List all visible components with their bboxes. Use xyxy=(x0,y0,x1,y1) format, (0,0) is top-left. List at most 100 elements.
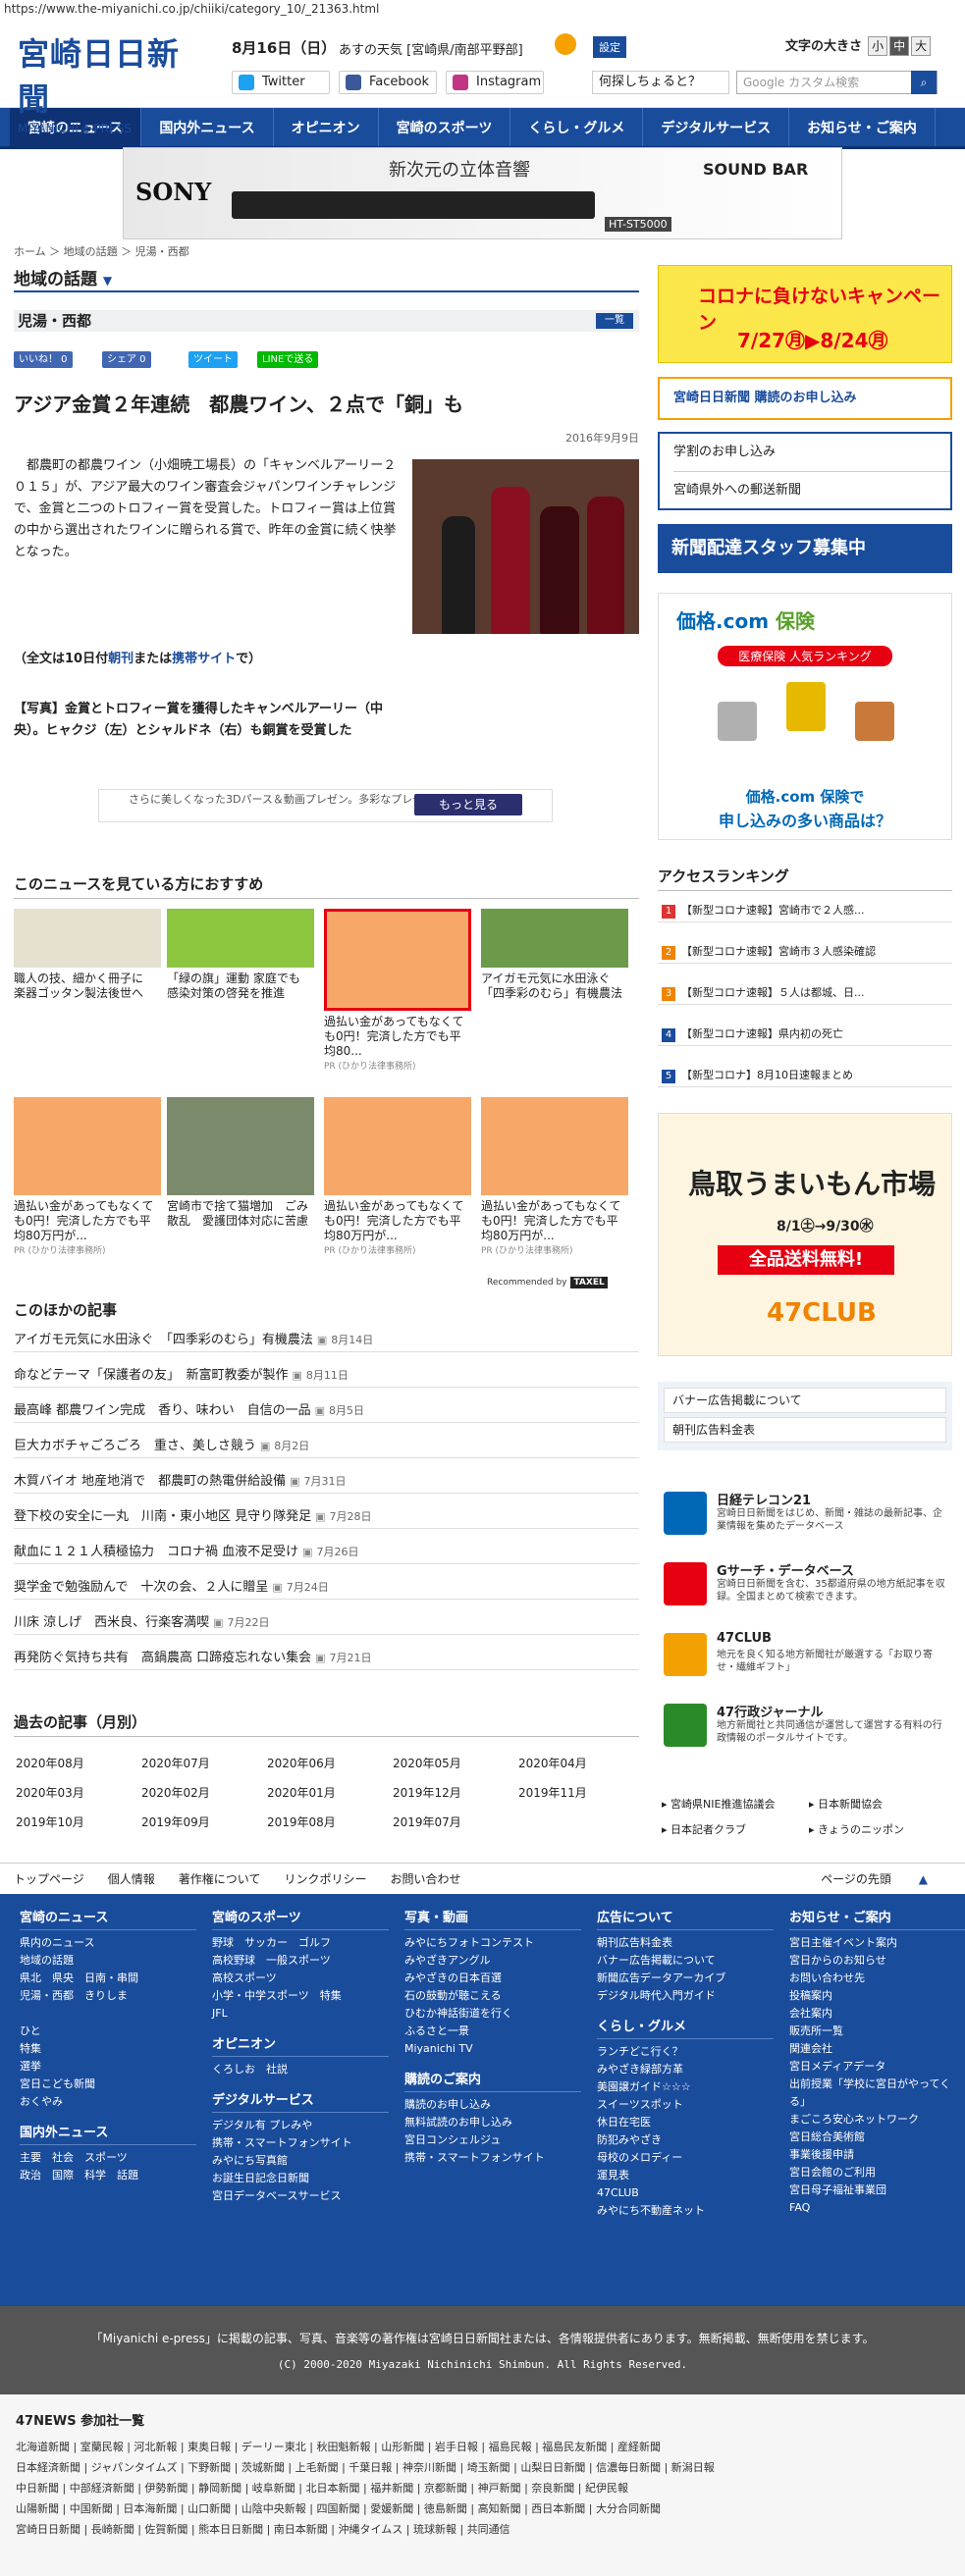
footer-link[interactable]: 県北 県央 日南・串間 xyxy=(20,1970,196,1987)
tweet-button[interactable]: ツイート xyxy=(188,351,238,368)
footer-link[interactable]: 防犯みやざき xyxy=(597,2131,774,2149)
other-article[interactable]: 最高峰 都農ワイン完成 香り、味わい 自信の一品 ▣ 8月5日 xyxy=(14,1401,639,1423)
footer-link[interactable]: 高校スポーツ xyxy=(212,1970,389,1987)
staff-recruit-banner[interactable]: 新聞配達スタッフ募集中 xyxy=(658,524,952,573)
footer-link[interactable]: 携帯・スマートフォンサイト xyxy=(212,2134,389,2152)
footer-link-policy[interactable]: リンクポリシー xyxy=(284,1872,366,1886)
footer-link[interactable]: 宮日母子福祉事業団 xyxy=(789,2182,965,2199)
archive-month-link[interactable]: 2020年06月 xyxy=(267,1755,336,1771)
n47-line[interactable]: 日本経済新聞 | ジャパンタイムズ | 下野新聞 | 茨城新聞 | 上毛新聞 |… xyxy=(0,2457,965,2478)
ad-rate-link[interactable]: 朝刊広告料金表 xyxy=(664,1417,946,1443)
footer-link[interactable]: 宮日コンシェルジュ xyxy=(404,2131,581,2149)
footer-link[interactable]: Miyanichi TV xyxy=(404,2040,581,2058)
archive-month-link[interactable]: 2020年03月 xyxy=(16,1784,84,1801)
footer-link[interactable]: みやざきアングル xyxy=(404,1952,581,1970)
footer-column-heading[interactable]: 宮崎のスポーツ xyxy=(212,1910,389,1930)
footer-link-contact[interactable]: お問い合わせ xyxy=(390,1872,460,1886)
footer-link[interactable]: おくやみ xyxy=(20,2093,196,2111)
service-item[interactable]: Gサーチ・データベース 宮崎日日新聞を含む、35都道府県の地方紙記事を収録。全国ま… xyxy=(658,1556,952,1621)
corona-campaign-banner[interactable]: コロナに負けないキャンペーン 7/27㊊▶8/24㊊ xyxy=(658,265,952,363)
footer-link[interactable]: 朝刊広告料金表 xyxy=(597,1934,774,1952)
other-article[interactable]: 再発防ぐ気持ち共有 高鍋農高 口蹄疫忘れない集会 ▣ 7月21日 xyxy=(14,1649,639,1670)
footer-link[interactable]: ランチどこ行く？ xyxy=(597,2043,774,2061)
archive-month-link[interactable]: 2019年09月 xyxy=(141,1814,210,1830)
footer-link[interactable]: 宮日主催イベント案内 xyxy=(789,1934,965,1952)
other-article[interactable]: アイガモ元気に水田泳ぐ 「四季彩のむら」有機農法 ▣ 8月14日 xyxy=(14,1331,639,1352)
footer-link[interactable]: 主要 社会 スポーツ xyxy=(20,2149,196,2167)
recommend-item[interactable]: 過払い金があってもなくても0円！完済した方でも平均80万円が... PR (ひかり… xyxy=(324,1097,471,1256)
footer-column-heading[interactable]: くらし・グルメ xyxy=(597,2019,774,2039)
inline-ad-button[interactable]: もっと見る xyxy=(414,794,522,815)
umai-ad[interactable]: 鳥取うまいもん市場 8/1㊏→9/30㊌ 全品送料無料! 47CLUB xyxy=(658,1113,952,1356)
footer-link[interactable]: 販売所一覧 xyxy=(789,2023,965,2040)
footer-column-heading[interactable]: デジタルサービス xyxy=(212,2092,389,2113)
archive-month-link[interactable]: 2019年11月 xyxy=(518,1784,587,1801)
other-article[interactable]: 献血に１２１人積極協力 コロナ禍 血液不足受け ▣ 7月26日 xyxy=(14,1543,639,1564)
recommend-item[interactable]: 「緑の旗」運動 家庭でも 感染対策の啓発を推進 xyxy=(167,909,314,1001)
footer-link[interactable]: ひと xyxy=(20,2023,196,2040)
service-item[interactable]: 47行政ジャーナル 地方新聞社と共同通信が運営して運営する有料の行政情報のポータル… xyxy=(658,1698,952,1762)
other-article[interactable]: 命などテーマ「保護者の友」 新富町教委が製作 ▣ 8月11日 xyxy=(14,1366,639,1388)
footer-link-top[interactable]: トップページ xyxy=(14,1872,84,1886)
ranking-item[interactable]: 5 【新型コロナ】8月10日速報まとめ xyxy=(658,1064,952,1087)
service-item[interactable]: 47CLUB 地元を良く知る地方新聞社が厳選する「お取り寄せ・繊維ギフト」 xyxy=(658,1627,952,1692)
footer-link[interactable]: 選挙 xyxy=(20,2058,196,2076)
line-button[interactable]: LINEで送る xyxy=(257,351,319,368)
archive-month-link[interactable]: 2020年04月 xyxy=(518,1755,587,1771)
footer-link[interactable]: バナー広告掲載について xyxy=(597,1952,774,1970)
subscribe-banner[interactable]: 宮崎日日新聞 購読のお申し込み xyxy=(658,377,952,420)
footer-link[interactable]: 地域の話題 xyxy=(20,1952,196,1970)
footer-column-heading[interactable]: 広告について xyxy=(597,1910,774,1930)
footer-link[interactable]: 事業後援申請 xyxy=(789,2146,965,2164)
side-footer-link[interactable]: ▸ 宮崎県NIE推進協議会 xyxy=(662,1796,775,1812)
breadcrumb[interactable]: ホーム ＞ 地域の話題 ＞ 児湯・西都 xyxy=(14,243,189,259)
footer-link[interactable]: 高校野球 一般スポーツ xyxy=(212,1952,389,1970)
footer-link[interactable]: 美園譲ガイド☆☆☆ xyxy=(597,2078,774,2096)
footer-link[interactable]: ふるさと一景 xyxy=(404,2023,581,2040)
ranking-item[interactable]: 1 【新型コロナ速報】宮崎市で２人感... xyxy=(658,899,952,922)
footer-link-copyright[interactable]: 著作権について xyxy=(179,1872,261,1886)
mobile-site-link[interactable]: 携帯サイト xyxy=(172,652,236,666)
footer-link-privacy[interactable]: 個人情報 xyxy=(108,1872,155,1886)
footer-link[interactable]: 宮日からのお知らせ xyxy=(789,1952,965,1970)
footer-link[interactable]: 携帯・スマートフォンサイト xyxy=(404,2149,581,2167)
footer-link[interactable]: みやざき緑部方革 xyxy=(597,2061,774,2078)
footer-link[interactable]: 宮日会館のご利用 xyxy=(789,2164,965,2182)
list-button[interactable]: 一覧 xyxy=(596,313,633,329)
footer-link[interactable]: 休日在宅医 xyxy=(597,2114,774,2131)
footer-link[interactable]: デジタル有 プレみや xyxy=(212,2117,389,2134)
archive-month-link[interactable]: 2019年08月 xyxy=(267,1814,336,1830)
inline-ad[interactable]: さらに美しくなった3Dパース＆動画プレゼン。多彩なプレゼンで確かに伝わる。 もっ… xyxy=(98,789,553,822)
article-photo[interactable] xyxy=(412,459,639,634)
archive-month-link[interactable]: 2020年07月 xyxy=(141,1755,210,1771)
ranking-item[interactable]: 4 【新型コロナ速報】県内初の死亡 xyxy=(658,1023,952,1046)
footer-link[interactable]: お誕生日記念日新聞 xyxy=(212,2170,389,2187)
archive-month-link[interactable]: 2019年10月 xyxy=(16,1814,84,1830)
footer-link[interactable]: まごころ安心ネットワーク xyxy=(789,2111,965,2129)
footer-link[interactable]: 宮日メディアデータ xyxy=(789,2058,965,2076)
footer-link[interactable]: お問い合わせ先 xyxy=(789,1970,965,1987)
archive-month-link[interactable]: 2020年02月 xyxy=(141,1784,210,1801)
side-footer-link[interactable]: ▸ 日本新聞協会 xyxy=(809,1796,883,1812)
other-article[interactable]: 巨大カボチャごろごろ 重さ、美しさ競う ▣ 8月2日 xyxy=(14,1437,639,1458)
footer-link[interactable]: 小学・中学スポーツ 特集 xyxy=(212,1987,389,2005)
footer-column-heading[interactable]: 写真・動画 xyxy=(404,1910,581,1930)
n47-line[interactable]: 中日新聞 | 中部経済新聞 | 伊勢新聞 | 静岡新聞 | 岐阜新聞 | 北日本… xyxy=(0,2478,965,2498)
recommend-item[interactable]: 職人の技、細かく冊子に 楽器ゴッタン製法後世へ xyxy=(14,909,161,1001)
recommend-item[interactable]: アイガモ元気に水田泳ぐ 「四季彩のむら」有機農法 xyxy=(481,909,628,1001)
footer-link[interactable]: 運見表 xyxy=(597,2167,774,2184)
footer-column-heading[interactable]: 宮崎のニュース xyxy=(20,1910,196,1930)
archive-month-link[interactable]: 2020年01月 xyxy=(267,1784,336,1801)
gakusyu-banner[interactable]: 学割のお申し込み 宮崎県外への郵送新聞 xyxy=(658,432,952,510)
footer-link[interactable]: みやにち写真館 xyxy=(212,2152,389,2170)
footer-link[interactable]: 政治 国際 科学 話題 xyxy=(20,2167,196,2184)
other-article[interactable]: 木質バイオ 地産地消で 都農町の熱電併給設備 ▣ 7月31日 xyxy=(14,1472,639,1494)
n47-line[interactable]: 北海道新聞 | 室蘭民報 | 河北新報 | 東奥日報 | デーリー東北 | 秋田… xyxy=(0,2437,965,2457)
footer-link[interactable]: 新聞広告データアーカイブ xyxy=(597,1970,774,1987)
footer-link[interactable]: 関連会社 xyxy=(789,2040,965,2058)
recommended-by[interactable]: Recommended by TAXEL xyxy=(487,1277,608,1288)
recommend-item[interactable]: 過払い金があってもなくても0円！完済した方でも平均80万円が... PR (ひかり… xyxy=(14,1097,161,1256)
footer-link[interactable]: 宮日こども新聞 xyxy=(20,2076,196,2093)
footer-link[interactable]: くろしお 社説 xyxy=(212,2061,389,2078)
page-top-button[interactable]: ページの先頭 ▲ xyxy=(821,1864,951,1895)
